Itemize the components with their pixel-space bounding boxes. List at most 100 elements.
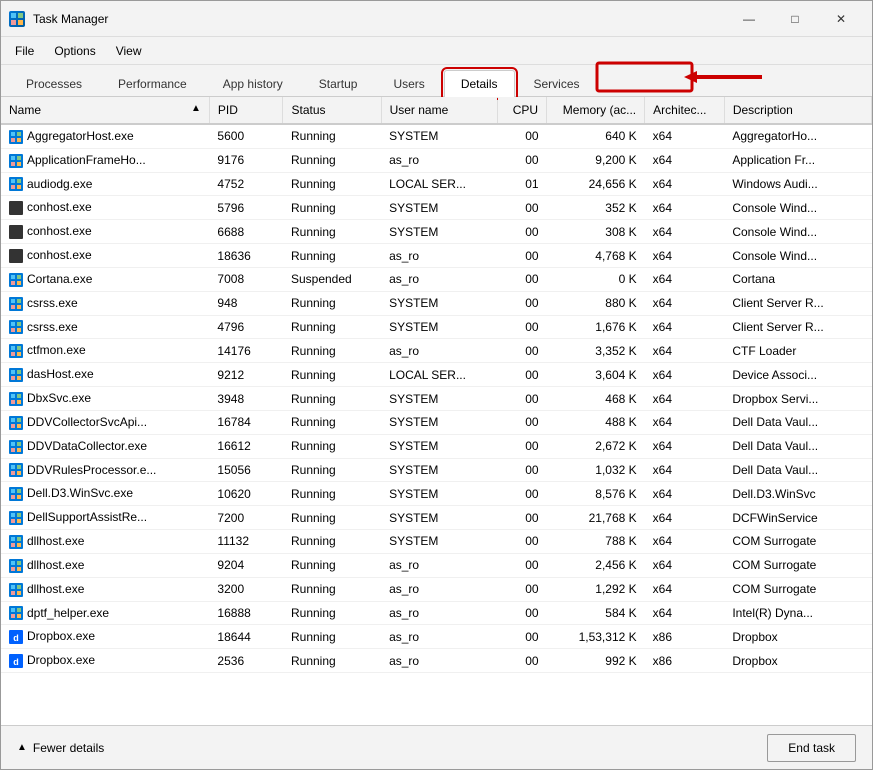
menu-item-view[interactable]: View — [106, 40, 152, 62]
process-user: as_ro — [381, 553, 497, 577]
process-desc: Application Fr... — [724, 148, 871, 172]
process-cpu: 00 — [498, 244, 547, 268]
process-cpu: 00 — [498, 148, 547, 172]
process-cpu: 00 — [498, 387, 547, 411]
process-status: Running — [283, 339, 381, 363]
table-container[interactable]: Name ▲ PID Status User name CPU Memory (… — [1, 97, 872, 725]
table-row[interactable]: ApplicationFrameHo...9176Runningas_ro009… — [1, 148, 872, 172]
process-status: Running — [283, 434, 381, 458]
col-header-status[interactable]: Status — [283, 97, 381, 124]
process-name: Cortana.exe — [27, 272, 92, 286]
table-row[interactable]: Dell.D3.WinSvc.exe10620RunningSYSTEM008,… — [1, 482, 872, 506]
process-name: AggregatorHost.exe — [27, 129, 134, 143]
table-row[interactable]: audiodg.exe4752RunningLOCAL SER...0124,6… — [1, 172, 872, 196]
process-pid: 7008 — [209, 267, 283, 291]
col-header-cpu[interactable]: CPU — [498, 97, 547, 124]
table-row[interactable]: conhost.exe6688RunningSYSTEM00308 Kx64Co… — [1, 220, 872, 244]
table-row[interactable]: dllhost.exe11132RunningSYSTEM00788 Kx64C… — [1, 530, 872, 554]
process-user: SYSTEM — [381, 387, 497, 411]
table-row[interactable]: DDVCollectorSvcApi...16784RunningSYSTEM0… — [1, 410, 872, 434]
process-icon — [9, 320, 23, 334]
table-row[interactable]: dptf_helper.exe16888Runningas_ro00584 Kx… — [1, 601, 872, 625]
maximize-button[interactable]: □ — [772, 1, 818, 37]
end-task-button[interactable]: End task — [767, 734, 856, 762]
process-arch: x64 — [645, 577, 725, 601]
process-status: Running — [283, 482, 381, 506]
process-status: Running — [283, 410, 381, 434]
process-memory: 352 K — [547, 196, 645, 220]
process-user: SYSTEM — [381, 434, 497, 458]
process-memory: 468 K — [547, 387, 645, 411]
process-icon — [9, 559, 23, 573]
process-arch: x64 — [645, 267, 725, 291]
process-memory: 2,672 K — [547, 434, 645, 458]
table-row[interactable]: DDVDataCollector.exe16612RunningSYSTEM00… — [1, 434, 872, 458]
table-body: AggregatorHost.exe5600RunningSYSTEM00640… — [1, 124, 872, 673]
tab-startup[interactable]: Startup — [302, 70, 375, 97]
tab-users[interactable]: Users — [376, 70, 441, 97]
table-row[interactable]: csrss.exe4796RunningSYSTEM001,676 Kx64Cl… — [1, 315, 872, 339]
process-memory: 584 K — [547, 601, 645, 625]
table-row[interactable]: dllhost.exe9204Runningas_ro002,456 Kx64C… — [1, 553, 872, 577]
table-row[interactable]: AggregatorHost.exe5600RunningSYSTEM00640… — [1, 124, 872, 148]
table-row[interactable]: Cortana.exe7008Suspendedas_ro000 Kx64Cor… — [1, 267, 872, 291]
process-user: SYSTEM — [381, 315, 497, 339]
tab-performance[interactable]: Performance — [101, 70, 204, 97]
process-icon — [9, 392, 23, 406]
process-status: Running — [283, 649, 381, 673]
process-cpu: 00 — [498, 124, 547, 148]
minimize-button[interactable]: — — [726, 1, 772, 37]
process-name: Dropbox.exe — [27, 653, 95, 667]
process-memory: 4,768 K — [547, 244, 645, 268]
tab-details[interactable]: Details — [444, 70, 515, 97]
tab-processes[interactable]: Processes — [9, 70, 99, 97]
process-memory: 488 K — [547, 410, 645, 434]
process-name: DDVCollectorSvcApi... — [27, 415, 147, 429]
process-cpu: 00 — [498, 506, 547, 530]
chevron-up-icon: ▲ — [17, 742, 27, 753]
table-row[interactable]: DbxSvc.exe3948RunningSYSTEM00468 Kx64Dro… — [1, 387, 872, 411]
close-button[interactable]: ✕ — [818, 1, 864, 37]
table-row[interactable]: dllhost.exe3200Runningas_ro001,292 Kx64C… — [1, 577, 872, 601]
table-row[interactable]: conhost.exe18636Runningas_ro004,768 Kx64… — [1, 244, 872, 268]
process-icon — [9, 463, 23, 477]
process-icon — [9, 177, 23, 191]
process-memory: 21,768 K — [547, 506, 645, 530]
process-icon — [9, 583, 23, 597]
table-row[interactable]: dasHost.exe9212RunningLOCAL SER...003,60… — [1, 363, 872, 387]
process-name: dllhost.exe — [27, 582, 84, 596]
table-row[interactable]: ctfmon.exe14176Runningas_ro003,352 Kx64C… — [1, 339, 872, 363]
process-desc: Client Server R... — [724, 315, 871, 339]
process-status: Running — [283, 291, 381, 315]
tab-app-history[interactable]: App history — [206, 70, 300, 97]
process-icon — [9, 487, 23, 501]
process-desc: CTF Loader — [724, 339, 871, 363]
table-row[interactable]: csrss.exe948RunningSYSTEM00880 Kx64Clien… — [1, 291, 872, 315]
col-header-desc[interactable]: Description — [724, 97, 871, 124]
col-header-memory[interactable]: Memory (ac... — [547, 97, 645, 124]
table-row[interactable]: DDVRulesProcessor.e...15056RunningSYSTEM… — [1, 458, 872, 482]
process-memory: 2,456 K — [547, 553, 645, 577]
col-header-pid[interactable]: PID — [209, 97, 283, 124]
col-header-arch[interactable]: Architec... — [645, 97, 725, 124]
process-cpu: 00 — [498, 410, 547, 434]
col-header-name[interactable]: Name ▲ — [1, 97, 209, 124]
table-row[interactable]: conhost.exe5796RunningSYSTEM00352 Kx64Co… — [1, 196, 872, 220]
process-icon — [9, 154, 23, 168]
col-header-user[interactable]: User name — [381, 97, 497, 124]
process-memory: 1,292 K — [547, 577, 645, 601]
process-user: as_ro — [381, 649, 497, 673]
tab-services[interactable]: Services — [517, 70, 597, 97]
table-row[interactable]: dDropbox.exe18644Runningas_ro001,53,312 … — [1, 625, 872, 649]
process-arch: x64 — [645, 601, 725, 625]
process-cpu: 00 — [498, 220, 547, 244]
fewer-details-button[interactable]: ▲ Fewer details — [17, 741, 104, 755]
process-desc: Dell Data Vaul... — [724, 410, 871, 434]
menu-item-options[interactable]: Options — [44, 40, 105, 62]
process-cpu: 00 — [498, 530, 547, 554]
table-row[interactable]: dDropbox.exe2536Runningas_ro00992 Kx86Dr… — [1, 649, 872, 673]
menu-item-file[interactable]: File — [5, 40, 44, 62]
process-pid: 9204 — [209, 553, 283, 577]
table-row[interactable]: DellSupportAssistRe...7200RunningSYSTEM0… — [1, 506, 872, 530]
process-status: Running — [283, 124, 381, 148]
